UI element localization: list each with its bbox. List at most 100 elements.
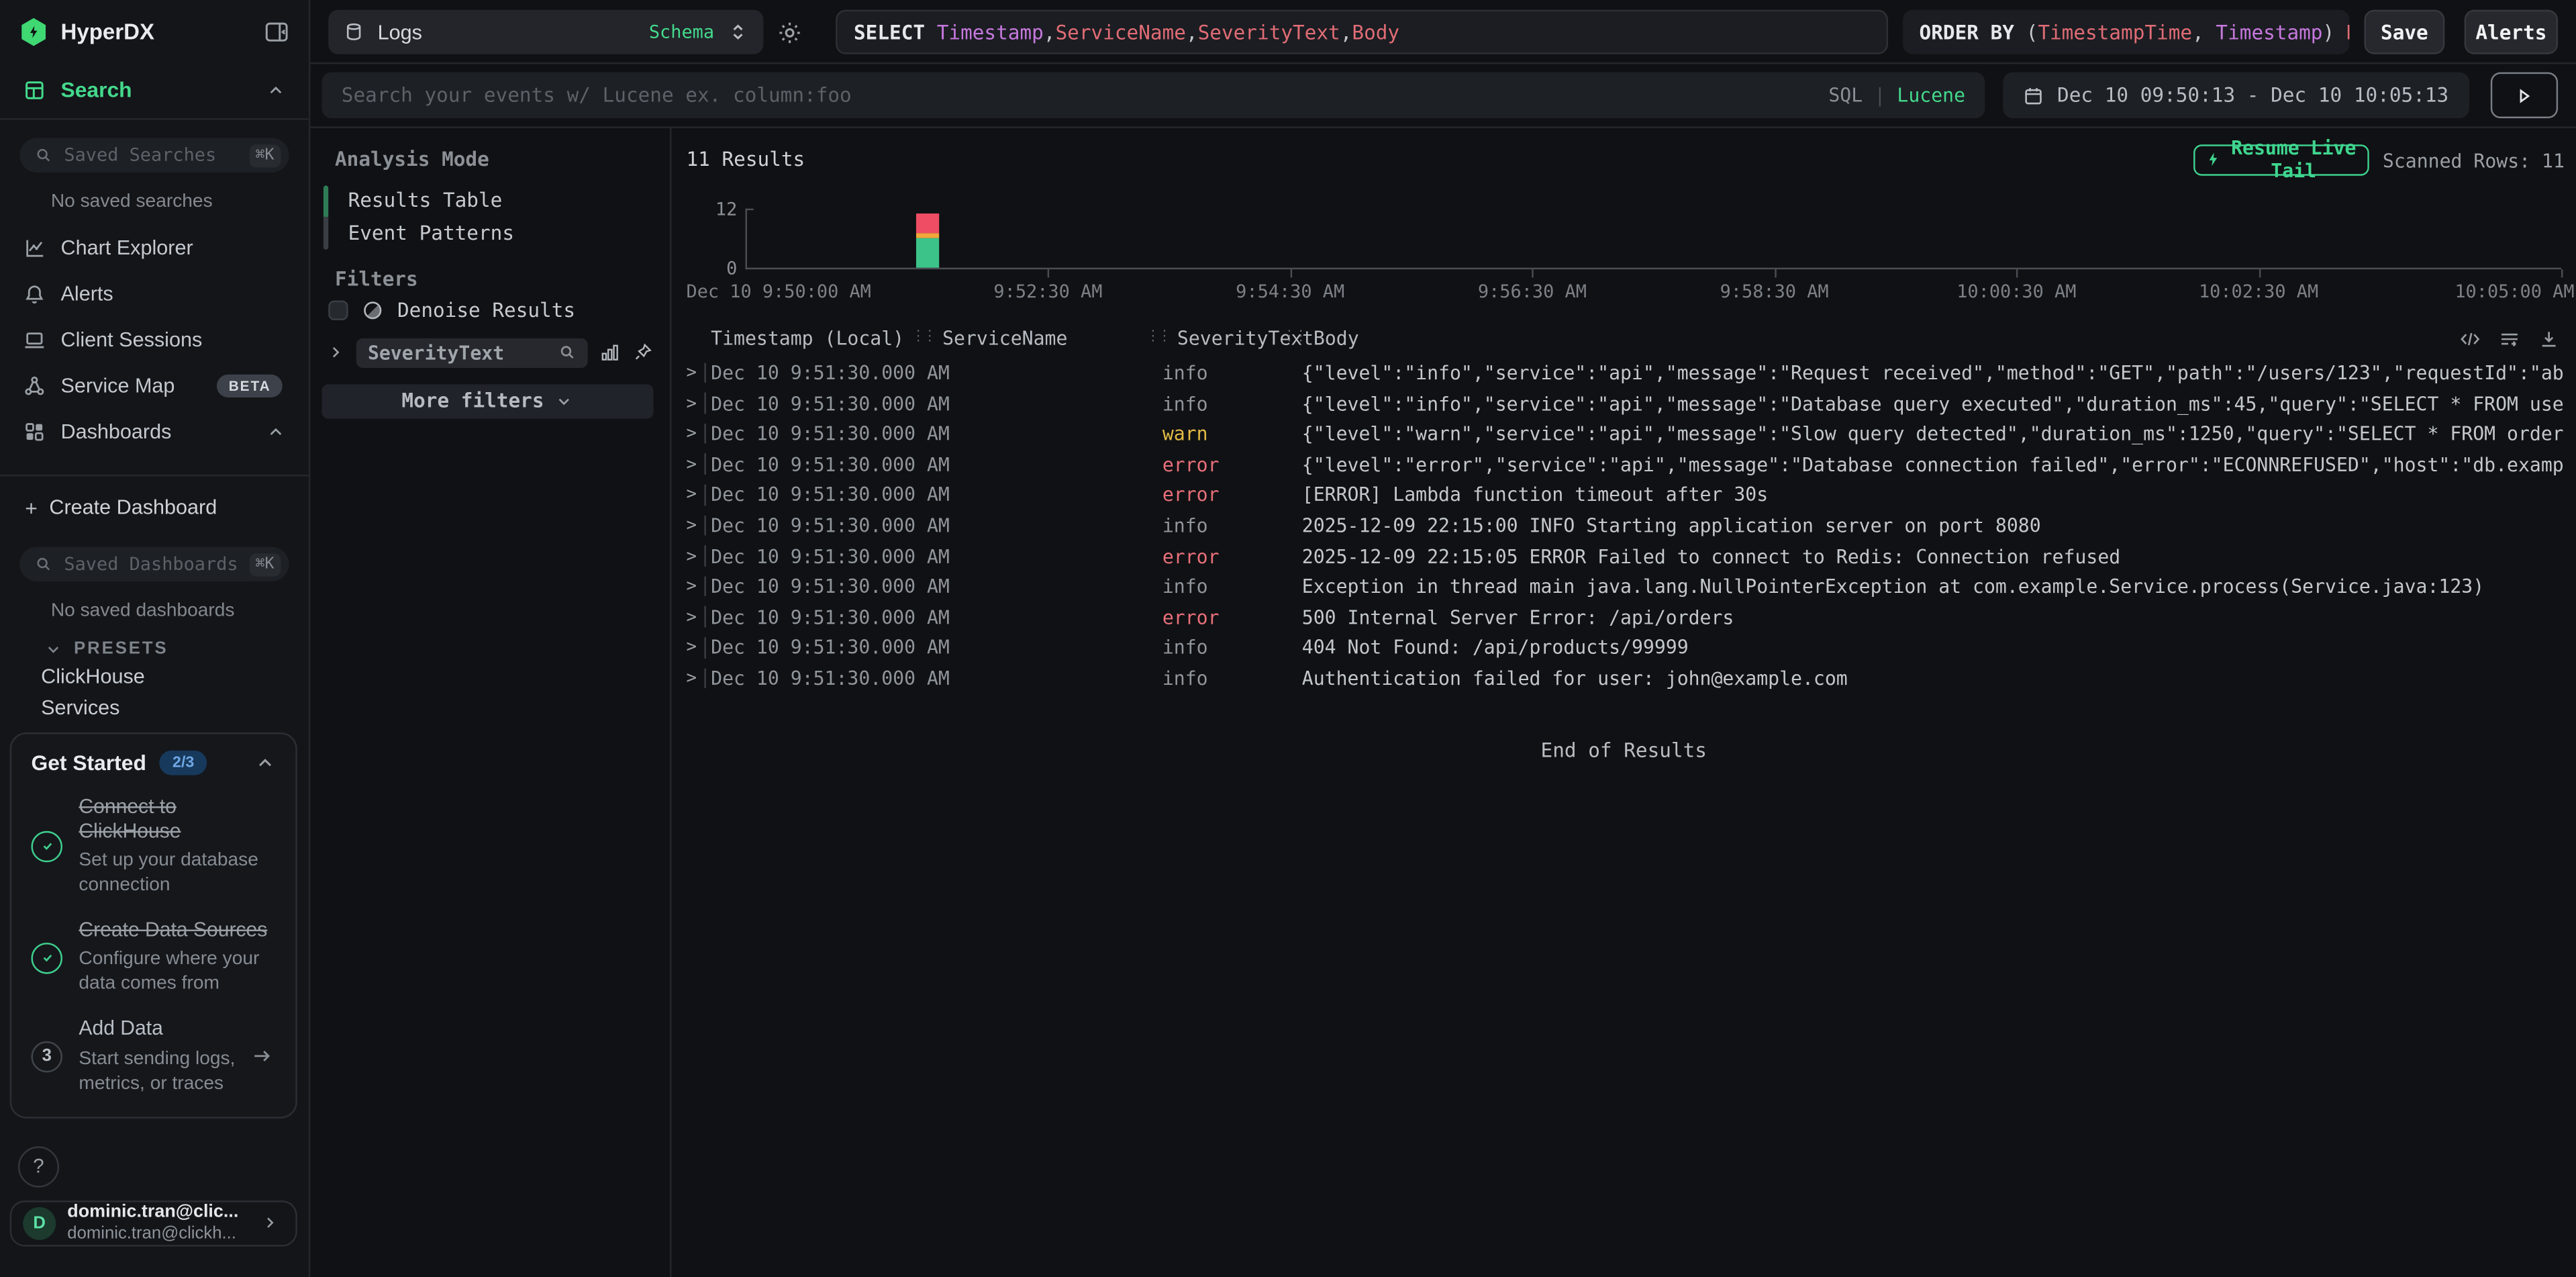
- brand-title: HyperDX: [61, 19, 252, 44]
- expand-row-icon[interactable]: >: [686, 424, 696, 444]
- resume-live-tail-button[interactable]: Resume Live Tail: [2193, 144, 2369, 175]
- preset-services[interactable]: Services: [41, 692, 309, 724]
- expand-row-icon[interactable]: >: [686, 393, 696, 413]
- more-filters-button[interactable]: More filters: [321, 384, 653, 418]
- source-select[interactable]: Logs Schema: [328, 10, 763, 54]
- bar-chart-icon[interactable]: [599, 342, 621, 363]
- sidebar-divider: [0, 475, 309, 476]
- task-desc: Set up your database connection: [79, 849, 273, 898]
- run-query-button[interactable]: [2491, 73, 2558, 119]
- sidebar-item-label: Search: [61, 77, 252, 102]
- table-row[interactable]: >Dec 10 9:51:30.000 AMinfo2025-12-09 22:…: [671, 510, 2576, 540]
- save-button[interactable]: Save: [2364, 10, 2444, 54]
- nav-item-label: Client Sessions: [61, 328, 286, 351]
- expand-row-icon[interactable]: >: [686, 485, 696, 504]
- presets-label: PRESETS: [74, 639, 168, 659]
- code-token: Timestamp: [2216, 21, 2322, 44]
- presets-toggle[interactable]: PRESETS: [44, 637, 309, 660]
- y-max-label: 12: [715, 198, 737, 220]
- drag-handle-icon[interactable]: ⋮⋮: [1282, 331, 1305, 345]
- table-row[interactable]: >Dec 10 9:51:30.000 AMinfoException in t…: [671, 571, 2576, 602]
- table-row[interactable]: >Dec 10 9:51:30.000 AMwarn{"level":"warn…: [671, 418, 2576, 448]
- expand-row-icon[interactable]: >: [686, 668, 696, 688]
- create-dashboard-button[interactable]: + Create Dashboard: [0, 486, 309, 529]
- scanned-rows: Scanned Rows: 11: [2383, 149, 2565, 172]
- order-by-input[interactable]: ORDER BY (TimestampTime, Timestamp) DESC: [1903, 10, 2349, 54]
- table-row[interactable]: >Dec 10 9:51:30.000 AMerror2025-12-09 22…: [671, 540, 2576, 571]
- chevron-right-icon[interactable]: [327, 344, 345, 362]
- bell-icon: [23, 283, 46, 305]
- table-row[interactable]: >Dec 10 9:51:30.000 AMinfo{"level":"info…: [671, 388, 2576, 418]
- expand-row-icon[interactable]: >: [686, 516, 696, 535]
- table-row[interactable]: >Dec 10 9:51:30.000 AMerror[ERROR] Lambd…: [671, 479, 2576, 510]
- severity-filter-search[interactable]: SeverityText: [356, 338, 588, 367]
- task-connect-to-clickhouse[interactable]: Connect to ClickHouseSet up your databas…: [31, 794, 275, 899]
- saved-dashboards-input[interactable]: Saved Dashboards ⌘K: [19, 547, 289, 581]
- sidebar-item-service-map[interactable]: Service MapBETA: [0, 363, 309, 409]
- column-header-timestamp-local-[interactable]: Timestamp (Local): [711, 326, 904, 349]
- table-row[interactable]: >Dec 10 9:51:30.000 AMinfo{"level":"info…: [671, 357, 2576, 387]
- user-menu[interactable]: D dominic.tran@clic... dominic.tran@clic…: [10, 1200, 297, 1245]
- mode-results-table[interactable]: Results Table: [348, 185, 654, 218]
- table-row[interactable]: >Dec 10 9:51:30.000 AMerror500 Internal …: [671, 602, 2576, 632]
- search-toolbar: Search your events w/ Lucene ex. column:…: [310, 64, 2576, 128]
- row-divider: [704, 454, 705, 475]
- results-histogram: 12 0 Dec 10 9:50:00 AM9:52:30 AM9:54:30 …: [746, 208, 2561, 269]
- download-icon[interactable]: [2538, 328, 2560, 349]
- cell-body: [ERROR] Lambda function timeout after 30…: [1302, 483, 2563, 506]
- table-row[interactable]: >Dec 10 9:51:30.000 AMinfo404 Not Found:…: [671, 632, 2576, 663]
- sidebar-item-alerts[interactable]: Alerts: [0, 271, 309, 317]
- lucene-toggle[interactable]: Lucene: [1897, 85, 1965, 107]
- sidebar-item-client-sessions[interactable]: Client Sessions: [0, 317, 309, 363]
- results-panel: 11 Results Resume Live Tail Scanned Rows…: [671, 128, 2576, 1277]
- event-search-input[interactable]: Search your events w/ Lucene ex. column:…: [321, 73, 1985, 119]
- expand-row-icon[interactable]: >: [686, 577, 696, 596]
- row-divider: [704, 637, 705, 658]
- task-create-data-sources[interactable]: Create Data SourcesConfigure where your …: [31, 918, 275, 998]
- shortcut-badge: ⌘K: [249, 144, 281, 167]
- expand-row-icon[interactable]: >: [686, 638, 696, 657]
- select-query-input[interactable]: SELECT Timestamp,ServiceName,SeverityTex…: [836, 10, 1888, 54]
- sidebar-item-dashboards[interactable]: Dashboards: [0, 409, 309, 455]
- alerts-button[interactable]: Alerts: [2465, 10, 2558, 54]
- cell-timestamp: Dec 10 9:51:30.000 AM: [711, 545, 950, 567]
- table-body: >Dec 10 9:51:30.000 AMinfo{"level":"info…: [671, 357, 2576, 693]
- sidebar-item-chart-explorer[interactable]: Chart Explorer: [0, 225, 309, 271]
- task-check-icon: [31, 942, 62, 973]
- expand-row-icon[interactable]: >: [686, 546, 696, 565]
- pin-icon[interactable]: [632, 342, 654, 363]
- help-button[interactable]: ?: [18, 1145, 59, 1186]
- expand-row-icon[interactable]: >: [686, 607, 696, 626]
- table-row[interactable]: >Dec 10 9:51:30.000 AMinfoAuthentication…: [671, 663, 2576, 693]
- wrap-text-icon[interactable]: [2499, 328, 2520, 349]
- chevron-up-icon[interactable]: [254, 751, 276, 773]
- table-row[interactable]: >Dec 10 9:51:30.000 AMerror{"level":"err…: [671, 449, 2576, 479]
- chevron-up-icon[interactable]: [266, 80, 285, 99]
- task-add-data[interactable]: 3Add DataStart sending logs, metrics, or…: [31, 1017, 275, 1096]
- source-settings-gear-icon[interactable]: [777, 19, 803, 46]
- x-axis-label: 10:05:00 AM: [2455, 281, 2574, 302]
- preset-clickhouse[interactable]: ClickHouse: [41, 660, 309, 692]
- code-token: SELECT: [854, 21, 937, 44]
- saved-searches-input[interactable]: Saved Searches ⌘K: [19, 138, 289, 172]
- bar-segment-error: [915, 213, 938, 232]
- expand-row-icon[interactable]: >: [686, 455, 696, 474]
- sidebar-item-search[interactable]: Search: [0, 61, 309, 120]
- column-header-servicename[interactable]: ⋮⋮ServiceName: [911, 326, 1068, 349]
- time-range-picker[interactable]: Dec 10 09:50:13 - Dec 10 10:05:13: [2003, 73, 2469, 119]
- denoise-results-toggle[interactable]: Denoise Results: [328, 298, 575, 321]
- code-icon[interactable]: [2459, 328, 2481, 349]
- sql-toggle[interactable]: SQL: [1828, 85, 1863, 107]
- row-divider: [704, 607, 705, 628]
- column-header-body[interactable]: ⋮⋮Body: [1282, 326, 1358, 349]
- arrow-right-icon: [251, 1046, 273, 1068]
- mode-event-patterns[interactable]: Event Patterns: [348, 217, 654, 249]
- collapse-sidebar-icon[interactable]: [264, 19, 289, 44]
- expand-row-icon[interactable]: >: [686, 363, 696, 383]
- drag-handle-icon[interactable]: ⋮⋮: [911, 331, 934, 345]
- task-title: Add Data: [79, 1017, 276, 1043]
- drag-handle-icon[interactable]: ⋮⋮: [1146, 331, 1169, 345]
- x-axis-tick: [1532, 269, 1534, 277]
- histogram-bar[interactable]: [915, 208, 938, 267]
- denoise-checkbox[interactable]: [328, 300, 348, 320]
